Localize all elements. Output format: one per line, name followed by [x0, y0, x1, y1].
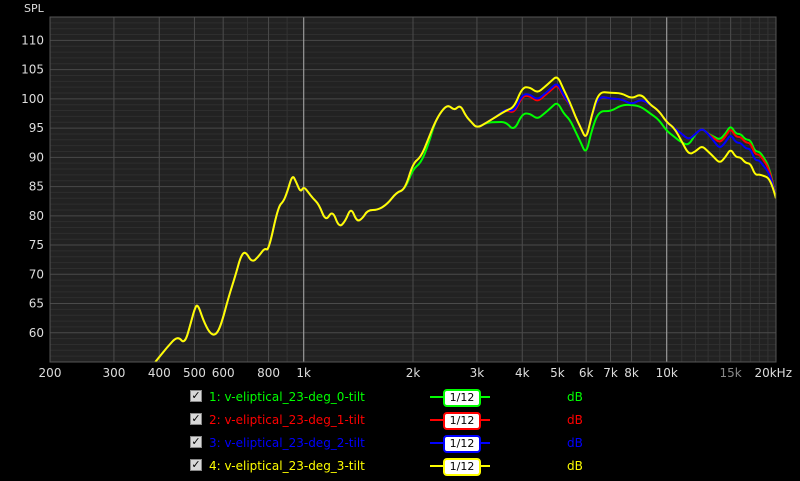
series-3-unit: dB	[567, 436, 583, 450]
series-2-label: 2: v-eliptical_23-deg_1-tilt	[209, 413, 365, 427]
x-tick-label: 300	[102, 366, 125, 380]
legend-row: ✓ 1: v-eliptical_23-deg_0-tilt 1/12 dB	[190, 387, 610, 407]
x-tick-label: 1k	[296, 366, 311, 380]
series-2-smoothing: 1/12	[430, 412, 490, 430]
series-3-smoothing-button[interactable]: 1/12	[443, 435, 481, 453]
x-tick-label: 600	[212, 366, 235, 380]
y-tick-label: 85	[29, 180, 44, 194]
series-2-smoothing-button[interactable]: 1/12	[443, 412, 481, 430]
x-tick-label: 400	[148, 366, 171, 380]
legend-row: ✓ 3: v-eliptical_23-deg_2-tilt 1/12 dB	[190, 433, 610, 453]
frequency-response-chart: SPL 60 65 70 75 80 85 90 95 100 105 110 200 300 400 5…	[21, 2, 792, 380]
grid-lines	[49, 16, 777, 362]
x-tick-label: 15k	[720, 366, 742, 380]
x-axis-ticks: 200 300 400 500 600 800 1k 2k 3k 4k 5k 6k 7k 8k 10k 15k…	[39, 366, 792, 380]
series-4-unit: dB	[567, 459, 583, 473]
series-1-smoothing: 1/12	[430, 389, 490, 407]
series-1-label: 1: v-eliptical_23-deg_0-tilt	[209, 390, 365, 404]
y-tick-label: 100	[21, 92, 44, 106]
legend-row: ✓ 2: v-eliptical_23-deg_1-tilt 1/12 dB	[190, 410, 610, 430]
x-tick-label: 800	[257, 366, 280, 380]
x-tick-label: 10k	[656, 366, 678, 380]
series-3-smoothing: 1/12	[430, 435, 490, 453]
x-tick-label: 7k	[603, 366, 618, 380]
y-tick-label: 80	[29, 209, 44, 223]
y-tick-label: 70	[29, 267, 44, 281]
x-tick-label: 500	[183, 366, 206, 380]
x-tick-label: 20kHz	[754, 366, 792, 380]
x-tick-label: 200	[39, 366, 62, 380]
y-tick-label: 90	[29, 150, 44, 164]
y-tick-label: 110	[21, 33, 44, 47]
y-axis-label: SPL	[24, 2, 45, 15]
series-4-smoothing: 1/12	[430, 458, 490, 476]
series-4-smoothing-button[interactable]: 1/12	[443, 458, 481, 476]
x-tick-label: 3k	[470, 366, 485, 380]
legend-row: ✓ 4: v-eliptical_23-deg_3-tilt 1/12 dB	[190, 456, 610, 476]
series-1-unit: dB	[567, 390, 583, 404]
series-3-checkbox[interactable]: ✓	[190, 436, 202, 448]
y-axis-ticks: 60 65 70 75 80 85 90 95 100 105 110	[21, 33, 44, 339]
x-tick-label: 2k	[406, 366, 421, 380]
y-tick-label: 65	[29, 297, 44, 311]
y-tick-label: 75	[29, 238, 44, 252]
series-4-label: 4: v-eliptical_23-deg_3-tilt	[209, 459, 365, 473]
y-tick-label: 95	[29, 121, 44, 135]
x-tick-label: 6k	[579, 366, 594, 380]
series-2-unit: dB	[567, 413, 583, 427]
series-1-smoothing-button[interactable]: 1/12	[443, 389, 481, 407]
x-tick-label: 8k	[624, 366, 639, 380]
series-1-checkbox[interactable]: ✓	[190, 390, 202, 402]
series-3-label: 3: v-eliptical_23-deg_2-tilt	[209, 436, 365, 450]
series-2-checkbox[interactable]: ✓	[190, 413, 202, 425]
x-tick-label: 5k	[550, 366, 565, 380]
y-tick-label: 60	[29, 326, 44, 340]
x-tick-label: 4k	[515, 366, 530, 380]
series-4-checkbox[interactable]: ✓	[190, 459, 202, 471]
y-tick-label: 105	[21, 63, 44, 77]
